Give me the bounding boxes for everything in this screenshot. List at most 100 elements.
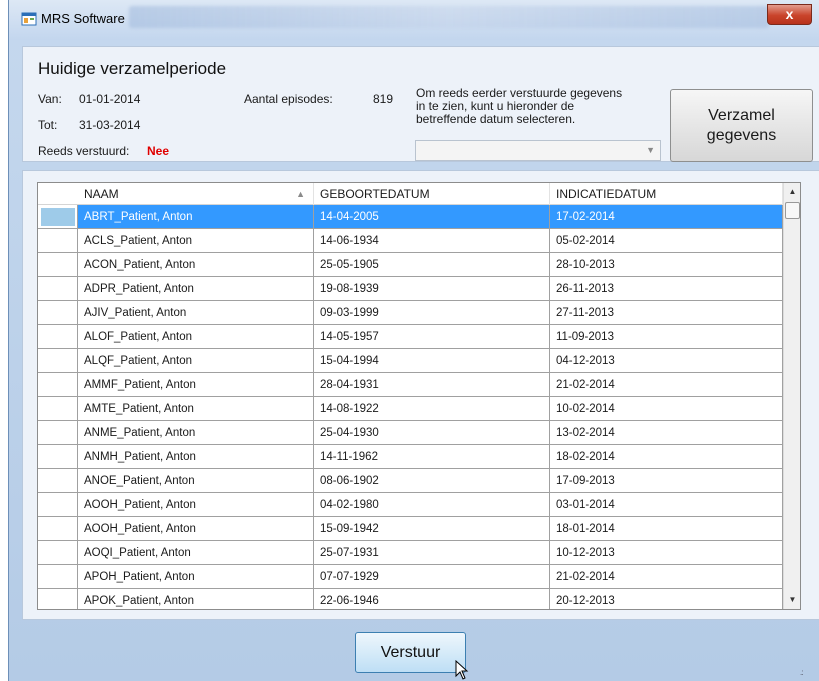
cell-indicatiedatum[interactable]: 10-02-2014 [550, 397, 783, 421]
table-row[interactable]: ANOE_Patient, Anton 08-06-1902 17-09-2013 [38, 469, 783, 493]
cell-indicatiedatum[interactable]: 18-02-2014 [550, 445, 783, 469]
patients-grid[interactable]: NAAM ▲ GEBOORTEDATUM INDICATIEDATUM ABRT… [37, 182, 801, 610]
row-header[interactable] [38, 541, 78, 565]
cell-naam[interactable]: AMMF_Patient, Anton [78, 373, 314, 397]
cell-naam[interactable]: AJIV_Patient, Anton [78, 301, 314, 325]
cell-geboortedatum[interactable]: 07-07-1929 [314, 565, 550, 589]
cell-geboortedatum[interactable]: 14-06-1934 [314, 229, 550, 253]
row-header[interactable] [38, 253, 78, 277]
table-row[interactable]: AJIV_Patient, Anton 09-03-1999 27-11-2013 [38, 301, 783, 325]
cell-naam[interactable]: ALQF_Patient, Anton [78, 349, 314, 373]
cell-geboortedatum[interactable]: 15-04-1994 [314, 349, 550, 373]
table-row[interactable]: ABRT_Patient, Anton 14-04-2005 17-02-2014 [38, 205, 783, 229]
table-row[interactable]: ALOF_Patient, Anton 14-05-1957 11-09-2013 [38, 325, 783, 349]
scroll-thumb[interactable] [785, 202, 800, 219]
title-bar[interactable]: MRS Software x [9, 0, 819, 40]
send-button[interactable]: Verstuur [355, 632, 466, 673]
row-header[interactable] [38, 469, 78, 493]
cell-geboortedatum[interactable]: 25-05-1905 [314, 253, 550, 277]
row-header[interactable] [38, 325, 78, 349]
resize-grip-icon[interactable]: .: [800, 668, 804, 677]
row-header[interactable] [38, 445, 78, 469]
cell-indicatiedatum[interactable]: 05-02-2014 [550, 229, 783, 253]
cell-naam[interactable]: ACLS_Patient, Anton [78, 229, 314, 253]
row-header[interactable] [38, 493, 78, 517]
cell-indicatiedatum[interactable]: 03-01-2014 [550, 493, 783, 517]
cell-naam[interactable]: AOQI_Patient, Anton [78, 541, 314, 565]
chevron-down-icon[interactable]: ▼ [646, 145, 655, 155]
cell-geboortedatum[interactable]: 25-04-1930 [314, 421, 550, 445]
history-date-combobox[interactable]: ▼ [415, 140, 661, 161]
cell-indicatiedatum[interactable]: 11-09-2013 [550, 325, 783, 349]
cell-indicatiedatum[interactable]: 26-11-2013 [550, 277, 783, 301]
cell-naam[interactable]: ANMH_Patient, Anton [78, 445, 314, 469]
row-header[interactable] [38, 277, 78, 301]
table-row[interactable]: AMTE_Patient, Anton 14-08-1922 10-02-2014 [38, 397, 783, 421]
table-row[interactable]: ADPR_Patient, Anton 19-08-1939 26-11-2013 [38, 277, 783, 301]
row-header[interactable] [38, 565, 78, 589]
cell-naam[interactable]: AMTE_Patient, Anton [78, 397, 314, 421]
cell-indicatiedatum[interactable]: 21-02-2014 [550, 373, 783, 397]
cell-geboortedatum[interactable]: 04-02-1980 [314, 493, 550, 517]
cell-naam[interactable]: APOH_Patient, Anton [78, 565, 314, 589]
cell-geboortedatum[interactable]: 25-07-1931 [314, 541, 550, 565]
collect-data-button[interactable]: Verzamel gegevens [670, 89, 813, 162]
cell-indicatiedatum[interactable]: 18-01-2014 [550, 517, 783, 541]
cell-indicatiedatum[interactable]: 28-10-2013 [550, 253, 783, 277]
column-header-indicatiedatum[interactable]: INDICATIEDATUM [550, 183, 783, 205]
row-header[interactable] [38, 589, 78, 609]
cell-naam[interactable]: ADPR_Patient, Anton [78, 277, 314, 301]
cell-indicatiedatum[interactable]: 21-02-2014 [550, 565, 783, 589]
table-row[interactable]: AMMF_Patient, Anton 28-04-1931 21-02-2014 [38, 373, 783, 397]
cell-indicatiedatum[interactable]: 17-02-2014 [550, 205, 783, 229]
scroll-down-icon[interactable]: ▼ [784, 591, 800, 609]
row-header[interactable] [38, 421, 78, 445]
row-header[interactable] [38, 229, 78, 253]
cell-geboortedatum[interactable]: 09-03-1999 [314, 301, 550, 325]
cell-geboortedatum[interactable]: 14-11-1962 [314, 445, 550, 469]
table-row[interactable]: ACLS_Patient, Anton 14-06-1934 05-02-2014 [38, 229, 783, 253]
column-header-naam[interactable]: NAAM ▲ [78, 183, 314, 205]
cell-naam[interactable]: ANOE_Patient, Anton [78, 469, 314, 493]
cell-geboortedatum[interactable]: 19-08-1939 [314, 277, 550, 301]
cell-indicatiedatum[interactable]: 04-12-2013 [550, 349, 783, 373]
close-button[interactable]: x [767, 4, 812, 25]
column-header-geboortedatum[interactable]: GEBOORTEDATUM [314, 183, 550, 205]
cell-indicatiedatum[interactable]: 27-11-2013 [550, 301, 783, 325]
cell-indicatiedatum[interactable]: 17-09-2013 [550, 469, 783, 493]
cell-indicatiedatum[interactable]: 10-12-2013 [550, 541, 783, 565]
row-header[interactable] [38, 397, 78, 421]
table-row[interactable]: APOH_Patient, Anton 07-07-1929 21-02-2014 [38, 565, 783, 589]
cell-indicatiedatum[interactable]: 20-12-2013 [550, 589, 783, 609]
cell-naam[interactable]: AOOH_Patient, Anton [78, 493, 314, 517]
scroll-up-icon[interactable]: ▲ [784, 183, 800, 201]
cell-naam[interactable]: AOOH_Patient, Anton [78, 517, 314, 541]
table-row[interactable]: ALQF_Patient, Anton 15-04-1994 04-12-2013 [38, 349, 783, 373]
table-row[interactable]: ANMH_Patient, Anton 14-11-1962 18-02-2014 [38, 445, 783, 469]
table-row[interactable]: ACON_Patient, Anton 25-05-1905 28-10-2013 [38, 253, 783, 277]
table-row[interactable]: AOQI_Patient, Anton 25-07-1931 10-12-2013 [38, 541, 783, 565]
cell-geboortedatum[interactable]: 14-08-1922 [314, 397, 550, 421]
row-header[interactable] [38, 301, 78, 325]
cell-naam[interactable]: APOK_Patient, Anton [78, 589, 314, 609]
cell-geboortedatum[interactable]: 14-04-2005 [314, 205, 550, 229]
table-row[interactable]: AOOH_Patient, Anton 04-02-1980 03-01-2014 [38, 493, 783, 517]
cell-naam[interactable]: ANME_Patient, Anton [78, 421, 314, 445]
cell-geboortedatum[interactable]: 22-06-1946 [314, 589, 550, 609]
table-row[interactable]: AOOH_Patient, Anton 15-09-1942 18-01-2014 [38, 517, 783, 541]
table-row[interactable]: APOK_Patient, Anton 22-06-1946 20-12-2013 [38, 589, 783, 609]
cell-naam[interactable]: ALOF_Patient, Anton [78, 325, 314, 349]
table-row[interactable]: ANME_Patient, Anton 25-04-1930 13-02-2014 [38, 421, 783, 445]
cell-geboortedatum[interactable]: 14-05-1957 [314, 325, 550, 349]
row-header[interactable] [38, 205, 78, 229]
cell-naam[interactable]: ABRT_Patient, Anton [78, 205, 314, 229]
row-header[interactable] [38, 517, 78, 541]
cell-geboortedatum[interactable]: 08-06-1902 [314, 469, 550, 493]
grid-vertical-scrollbar[interactable]: ▲ ▼ [783, 183, 800, 609]
cell-naam[interactable]: ACON_Patient, Anton [78, 253, 314, 277]
row-header[interactable] [38, 349, 78, 373]
cell-geboortedatum[interactable]: 15-09-1942 [314, 517, 550, 541]
cell-geboortedatum[interactable]: 28-04-1931 [314, 373, 550, 397]
row-header[interactable] [38, 373, 78, 397]
cell-indicatiedatum[interactable]: 13-02-2014 [550, 421, 783, 445]
